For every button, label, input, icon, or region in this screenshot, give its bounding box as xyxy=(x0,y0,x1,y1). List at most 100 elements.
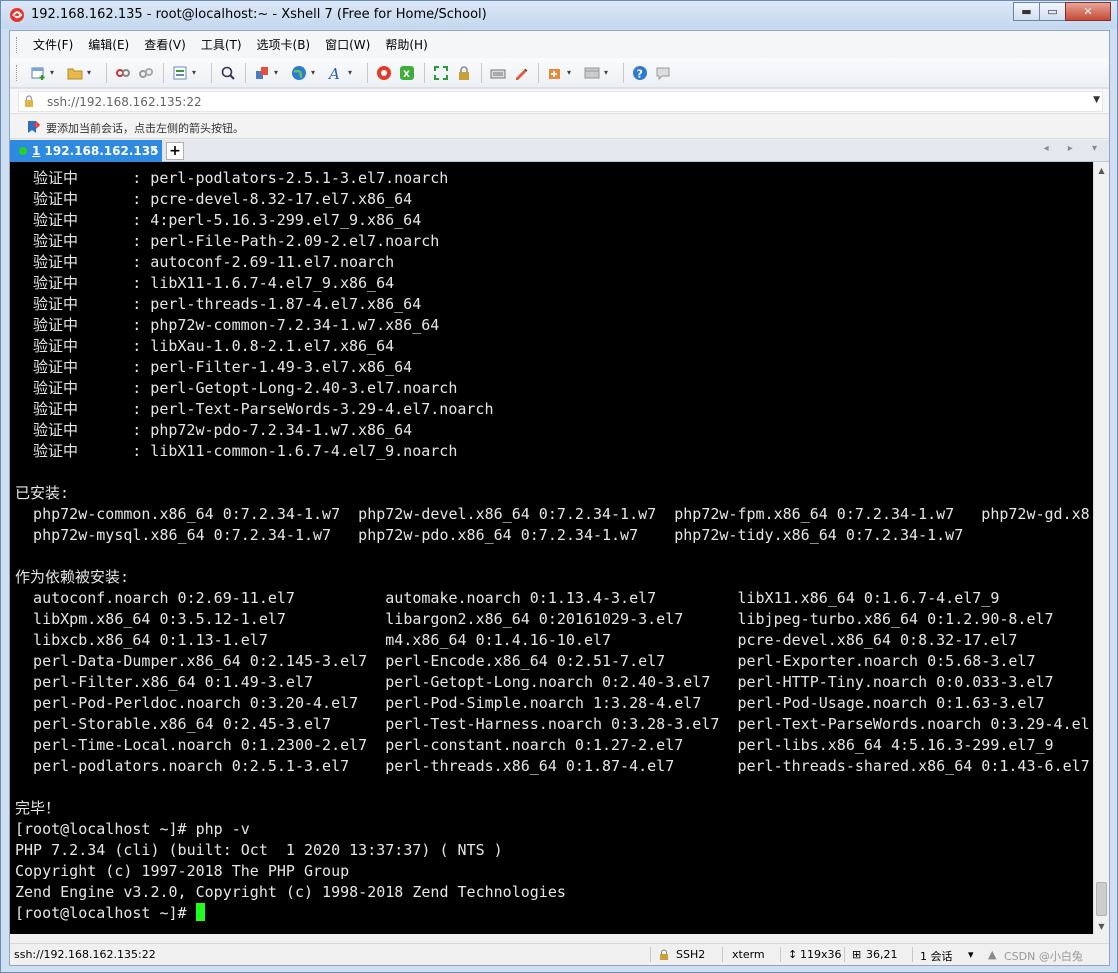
tab-close-icon[interactable]: × xyxy=(149,143,158,156)
transfer-dropdown[interactable]: ▾ xyxy=(274,68,282,77)
new-session-icon[interactable] xyxy=(27,62,49,84)
status-address: ssh://192.168.162.135:22 xyxy=(14,948,156,961)
terminal-line: 验证中 : autoconf-2.69-11.el7.noarch xyxy=(15,253,395,271)
fullscreen-icon[interactable] xyxy=(430,62,452,84)
font-icon[interactable]: A xyxy=(325,62,347,84)
compose-icon[interactable] xyxy=(544,62,566,84)
globe-icon[interactable] xyxy=(288,62,310,84)
menu-file[interactable]: 文件(F) xyxy=(27,34,79,55)
ssh-lock-icon xyxy=(660,949,668,960)
tab-bar: 1 192.168.162.135 × + ◂ ▸ ▾ xyxy=(10,140,1109,162)
size-icon: ↕ xyxy=(788,948,798,961)
app-window: 192.168.162.135 - root@localhost:~ - Xsh… xyxy=(0,0,1118,973)
bookmark-arrow-icon[interactable] xyxy=(26,120,40,134)
toolbar-separator xyxy=(481,62,482,83)
position-icon: ⊞ xyxy=(852,948,862,961)
tab-navigation-icons[interactable]: ◂ ▸ ▾ xyxy=(1044,143,1105,154)
terminal-view[interactable]: 验证中 : perl-podlators-2.5.1-3.el7.noarch … xyxy=(10,162,1093,934)
address-input[interactable]: ssh://192.168.162.135:22 ▼ xyxy=(18,91,1103,112)
xftp-icon[interactable] xyxy=(373,62,395,84)
status-bar: ssh://192.168.162.135:22 SSH2 xterm ↕ 11… xyxy=(10,943,1109,965)
menu-window[interactable]: 窗口(W) xyxy=(319,34,376,55)
tab-host: 192.168.162.135 xyxy=(44,144,159,158)
properties-dropdown[interactable]: ▾ xyxy=(192,68,200,77)
status-watermark: CSDN @小白兔 xyxy=(1004,950,1083,963)
svg-text:X: X xyxy=(403,70,410,80)
connected-status-icon xyxy=(19,147,27,155)
terminal-line: 验证中 : 4:perl-5.16.3-299.el7_9.x86_64 xyxy=(15,211,422,229)
open-dropdown[interactable]: ▾ xyxy=(87,68,95,77)
disconnect-icon[interactable] xyxy=(112,62,134,84)
new-tab-button[interactable]: + xyxy=(166,142,184,160)
layout-dropdown[interactable]: ▾ xyxy=(604,68,612,77)
terminal-line: perl-Pod-Perldoc.noarch 0:3.20-4.el7 per… xyxy=(15,694,1045,712)
keyboard-icon[interactable] xyxy=(487,62,509,84)
status-up-icon[interactable]: ▲ xyxy=(988,948,996,961)
address-bar: ssh://192.168.162.135:22 ▼ xyxy=(10,88,1109,114)
terminal-prompt-line[interactable]: [root@localhost ~]# xyxy=(15,903,1090,924)
menu-view[interactable]: 查看(V) xyxy=(138,34,192,55)
help-icon[interactable]: ? xyxy=(629,62,651,84)
toolbar-separator xyxy=(424,62,425,83)
layout-icon[interactable] xyxy=(581,62,603,84)
terminal-line: 验证中 : libX11-1.6.7-4.el7_9.x86_64 xyxy=(15,274,395,292)
terminal-line: 完毕！ xyxy=(15,799,61,817)
close-button[interactable]: ✕ xyxy=(1065,2,1111,21)
scroll-down-icon[interactable]: ▼ xyxy=(1094,918,1109,934)
terminal-line: 验证中 : php72w-pdo-7.2.34-1.w7.x86_64 xyxy=(15,421,413,439)
reconnect-icon[interactable] xyxy=(135,62,157,84)
properties-icon[interactable] xyxy=(169,62,191,84)
menu-help[interactable]: 帮助(H) xyxy=(379,34,433,55)
menu-bar: 文件(F) 编辑(E) 查看(V) 工具(T) 选项卡(B) 窗口(W) 帮助(… xyxy=(10,31,1109,58)
terminal-line: perl-Filter.x86_64 0:1.49-3.el7 perl-Get… xyxy=(15,673,1054,691)
menu-grip[interactable] xyxy=(16,36,19,53)
minimize-button[interactable]: ▬ xyxy=(1013,2,1040,21)
highlight-icon[interactable] xyxy=(510,62,532,84)
globe-dropdown[interactable]: ▾ xyxy=(311,68,319,77)
menu-tools[interactable]: 工具(T) xyxy=(195,34,248,55)
maximize-button[interactable]: ▭ xyxy=(1039,2,1066,21)
address-dropdown-icon[interactable]: ▼ xyxy=(1093,95,1100,105)
new-session-dropdown[interactable]: ▾ xyxy=(50,68,58,77)
terminal-line: php72w-mysql.x86_64 0:7.2.34-1.w7 php72w… xyxy=(15,526,964,544)
toolbar-separator xyxy=(106,62,107,83)
status-terminal-type: xterm xyxy=(732,948,765,961)
chat-icon[interactable] xyxy=(652,62,674,84)
toolbar-grip[interactable] xyxy=(16,64,19,81)
sessions-dropdown-icon[interactable]: ▾ xyxy=(968,948,974,961)
find-icon[interactable] xyxy=(217,62,239,84)
terminal-output: 验证中 : perl-podlators-2.5.1-3.el7.noarch … xyxy=(15,168,1090,924)
terminal-line: 验证中 : libX11-common-1.6.7-4.el7_9.noarch xyxy=(15,442,458,460)
terminal-line: 验证中 : perl-Filter-1.49-3.el7.x86_64 xyxy=(15,358,413,376)
vertical-scrollbar[interactable]: ▲ ▼ xyxy=(1093,162,1109,934)
scroll-up-icon[interactable]: ▲ xyxy=(1094,162,1109,178)
status-separator xyxy=(722,947,723,962)
tab-session-1[interactable]: 1 192.168.162.135 × xyxy=(10,140,162,162)
xmanager-icon[interactable]: X xyxy=(396,62,418,84)
transfer-icon[interactable] xyxy=(251,62,273,84)
terminal-line: 验证中 : perl-Text-ParseWords-3.29-4.el7.no… xyxy=(15,400,494,418)
tab-label: 1 192.168.162.135 xyxy=(32,144,158,158)
compose-dropdown[interactable]: ▾ xyxy=(567,68,575,77)
status-sessions: 1 会话 xyxy=(920,950,953,963)
xshell-logo-icon xyxy=(10,8,24,22)
title-bar[interactable]: 192.168.162.135 - root@localhost:~ - Xsh… xyxy=(1,1,1117,29)
menu-edit[interactable]: 编辑(E) xyxy=(82,34,135,55)
terminal-line: perl-Storable.x86_64 0:2.45-3.el7 perl-T… xyxy=(15,715,1090,733)
toolbar-separator xyxy=(367,62,368,83)
font-dropdown[interactable]: ▾ xyxy=(348,68,356,77)
terminal-line: 验证中 : pcre-devel-8.32-17.el7.x86_64 xyxy=(15,190,413,208)
open-folder-icon[interactable] xyxy=(64,62,86,84)
status-separator xyxy=(844,947,845,962)
terminal-line: [root@localhost ~]# php -v xyxy=(15,820,250,838)
lock-icon[interactable] xyxy=(453,62,475,84)
scrollbar-thumb[interactable] xyxy=(1096,882,1107,916)
terminal-line: 已安装: xyxy=(15,484,70,502)
status-separator xyxy=(912,947,913,962)
toolbar-separator xyxy=(245,62,246,83)
menu-tabs[interactable]: 选项卡(B) xyxy=(251,34,317,55)
hint-text: 要添加当前会话，点击左侧的箭头按钮。 xyxy=(46,122,244,135)
tab-number: 1 xyxy=(32,144,41,158)
terminal-line: autoconf.noarch 0:2.69-11.el7 automake.n… xyxy=(15,589,1000,607)
